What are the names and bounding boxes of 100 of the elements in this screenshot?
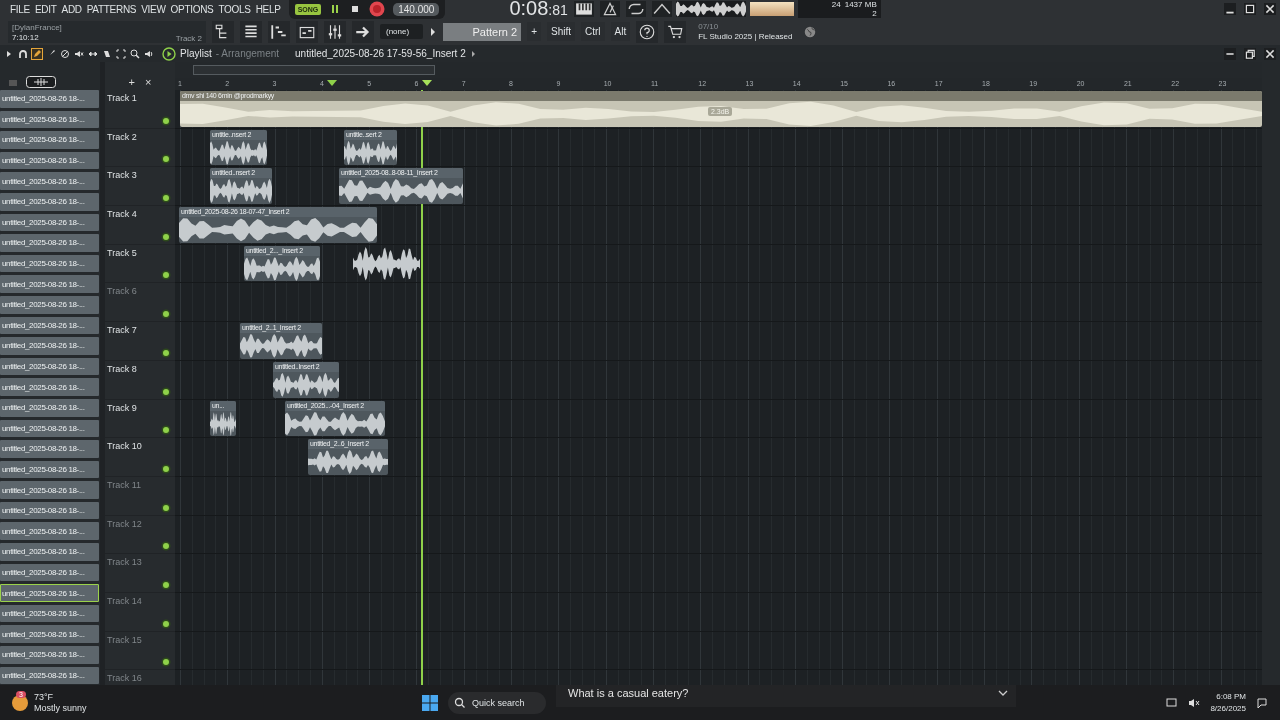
marker-icon[interactable]	[422, 80, 432, 86]
track-enable-button[interactable]	[163, 543, 169, 550]
add-track-button[interactable]: +	[128, 76, 135, 88]
channel-item[interactable]: untitled_2025-08-26 18-...	[0, 254, 99, 273]
audio-clip-button[interactable]	[26, 76, 56, 88]
channel-item[interactable]: untitled_2025-08-26 18-...	[0, 131, 99, 149]
track-enable-button[interactable]	[163, 659, 169, 666]
track-enable-button[interactable]	[163, 427, 169, 434]
channel-item[interactable]: untitled_2025-08-26 18-...	[0, 481, 99, 499]
mixer-icon[interactable]	[324, 20, 346, 43]
channel-item[interactable]: untitled_2025-08-26 18-...	[0, 90, 99, 108]
menu-item[interactable]: HELP	[255, 3, 281, 15]
browser-icon[interactable]	[212, 20, 234, 43]
audio-clip[interactable]	[353, 245, 420, 282]
menu-item[interactable]: FILE	[10, 3, 30, 15]
caret-icon[interactable]	[429, 26, 438, 37]
channel-item[interactable]: untitled_2025-08-26 18-...	[0, 646, 99, 664]
add-pattern-button[interactable]: +	[527, 22, 541, 41]
channel-item[interactable]: untitled_2025-08-26 18-...	[0, 110, 99, 129]
channel-item[interactable]: untitled_2025-08-26 18-...	[0, 419, 99, 438]
search-field[interactable]: Quick search	[448, 691, 546, 714]
help-icon[interactable]	[636, 20, 659, 43]
restore-icon[interactable]	[1244, 47, 1256, 60]
close-icon[interactable]	[1264, 47, 1276, 60]
track-enable-button[interactable]	[163, 388, 169, 395]
clip-source-selector[interactable]: untitled_2025-08-26 17-59-56_Insert 2	[295, 48, 466, 59]
network-icon[interactable]	[1166, 696, 1179, 709]
channel-item[interactable]: untitled_2025-08-26 18-...	[0, 357, 99, 376]
vertical-scrollbar[interactable]	[1262, 62, 1280, 685]
notification-icon[interactable]	[1256, 696, 1268, 709]
channel-item[interactable]: untitled_2025-08-26 18-...	[0, 192, 99, 211]
track-enable-button[interactable]	[163, 117, 169, 124]
globe-icon[interactable]	[803, 24, 818, 39]
menu-item[interactable]: VIEW	[141, 3, 166, 15]
playhead-line[interactable]	[421, 90, 423, 685]
track-enable-button[interactable]	[163, 349, 169, 356]
channel-item[interactable]: untitled_2025-08-26 18-...	[0, 625, 99, 644]
chevron-icon[interactable]	[998, 690, 1008, 696]
track-enable-button[interactable]	[163, 156, 169, 163]
channel-item[interactable]: untitled_2025-08-26 18-...	[0, 151, 99, 170]
news-headline[interactable]: FL Studio 2025 | Released	[698, 31, 794, 42]
track-lane[interactable]	[175, 631, 1262, 671]
minimize-icon[interactable]	[1224, 47, 1236, 60]
channel-item[interactable]: untitled_2025-08-26 18-...	[0, 440, 99, 458]
maximize-icon[interactable]	[1244, 3, 1256, 15]
pattern-selector[interactable]: Pattern 2	[443, 22, 522, 41]
playlist-icon[interactable]	[296, 20, 318, 43]
zoom-icon[interactable]	[130, 48, 140, 59]
channel-item[interactable]: untitled_2025-08-26 18-...	[0, 275, 99, 293]
modifier-key[interactable]: Shift	[546, 22, 575, 41]
track-enable-button[interactable]	[163, 581, 169, 588]
track-enable-button[interactable]	[163, 233, 169, 240]
record-button[interactable]	[369, 1, 386, 17]
delete-icon[interactable]	[60, 48, 70, 59]
channel-item[interactable]: untitled_2025-08-26 18-...	[0, 584, 99, 602]
channel-item[interactable]: untitled_2025-08-26 18-...	[0, 522, 99, 541]
start-icon[interactable]	[422, 694, 438, 711]
loop-icon[interactable]	[625, 1, 646, 17]
channel-item[interactable]: untitled_2025-08-26 18-...	[0, 398, 99, 417]
track-lane[interactable]	[175, 554, 1262, 593]
scrollbar[interactable]	[100, 62, 105, 685]
track-enable-button[interactable]	[163, 272, 169, 279]
track-lane[interactable]	[175, 515, 1262, 555]
snap-selector[interactable]: (none)	[380, 24, 424, 39]
track-lane[interactable]	[175, 476, 1262, 516]
channel-item[interactable]: untitled_2025-08-26 18-...	[0, 604, 99, 623]
close-icon[interactable]	[1264, 3, 1276, 15]
channel-item[interactable]: untitled_2025-08-26 18-...	[0, 378, 99, 396]
channel-item[interactable]: untitled_2025-08-26 18-...	[0, 501, 99, 520]
channel-item[interactable]: untitled_2025-08-26 18-...	[0, 666, 99, 685]
menu-item[interactable]: OPTIONS	[170, 3, 214, 15]
channel-item[interactable]: untitled_2025-08-26 18-...	[0, 316, 99, 335]
close-button[interactable]: ×	[145, 76, 152, 88]
piano-roll-icon[interactable]	[268, 20, 290, 43]
track-enable-button[interactable]	[163, 504, 169, 511]
minimize-icon[interactable]	[1224, 3, 1236, 15]
channel-item[interactable]: untitled_2025-08-26 18-...	[0, 295, 99, 314]
channel-item[interactable]: untitled_2025-08-26 18-...	[0, 172, 99, 190]
speaker-icon[interactable]	[144, 48, 154, 59]
channel-item[interactable]: untitled_2025-08-26 18-...	[0, 543, 99, 561]
channel-item[interactable]: untitled_2025-08-26 18-...	[0, 460, 99, 479]
pencil-icon[interactable]	[32, 48, 42, 59]
channel-item[interactable]: untitled_2025-08-26 18-...	[0, 213, 99, 232]
channel-item[interactable]: untitled_2025-08-26 18-...	[0, 563, 99, 582]
news-panel[interactable]: What is a casual eatery?	[556, 685, 1016, 707]
track-enable-button[interactable]	[163, 311, 169, 318]
menu-item[interactable]: PATTERNS	[86, 3, 137, 15]
menu-item[interactable]: ADD	[61, 3, 82, 15]
menu-item[interactable]: TOOLS	[218, 3, 251, 15]
mute-icon[interactable]	[74, 48, 84, 59]
track-enable-button[interactable]	[163, 620, 169, 627]
marker-icon[interactable]	[327, 80, 337, 86]
caret-icon[interactable]	[469, 48, 478, 59]
channel-item[interactable]: untitled_2025-08-26 18-...	[0, 234, 99, 252]
metronome-icon[interactable]	[599, 1, 620, 17]
channel-item[interactable]: untitled_2025-08-26 18-...	[0, 337, 99, 355]
track-lane[interactable]	[175, 592, 1262, 632]
muted-speaker-icon[interactable]	[1188, 696, 1201, 709]
track-enable-button[interactable]	[163, 195, 169, 202]
tempo-field[interactable]: 140.000	[393, 2, 440, 16]
